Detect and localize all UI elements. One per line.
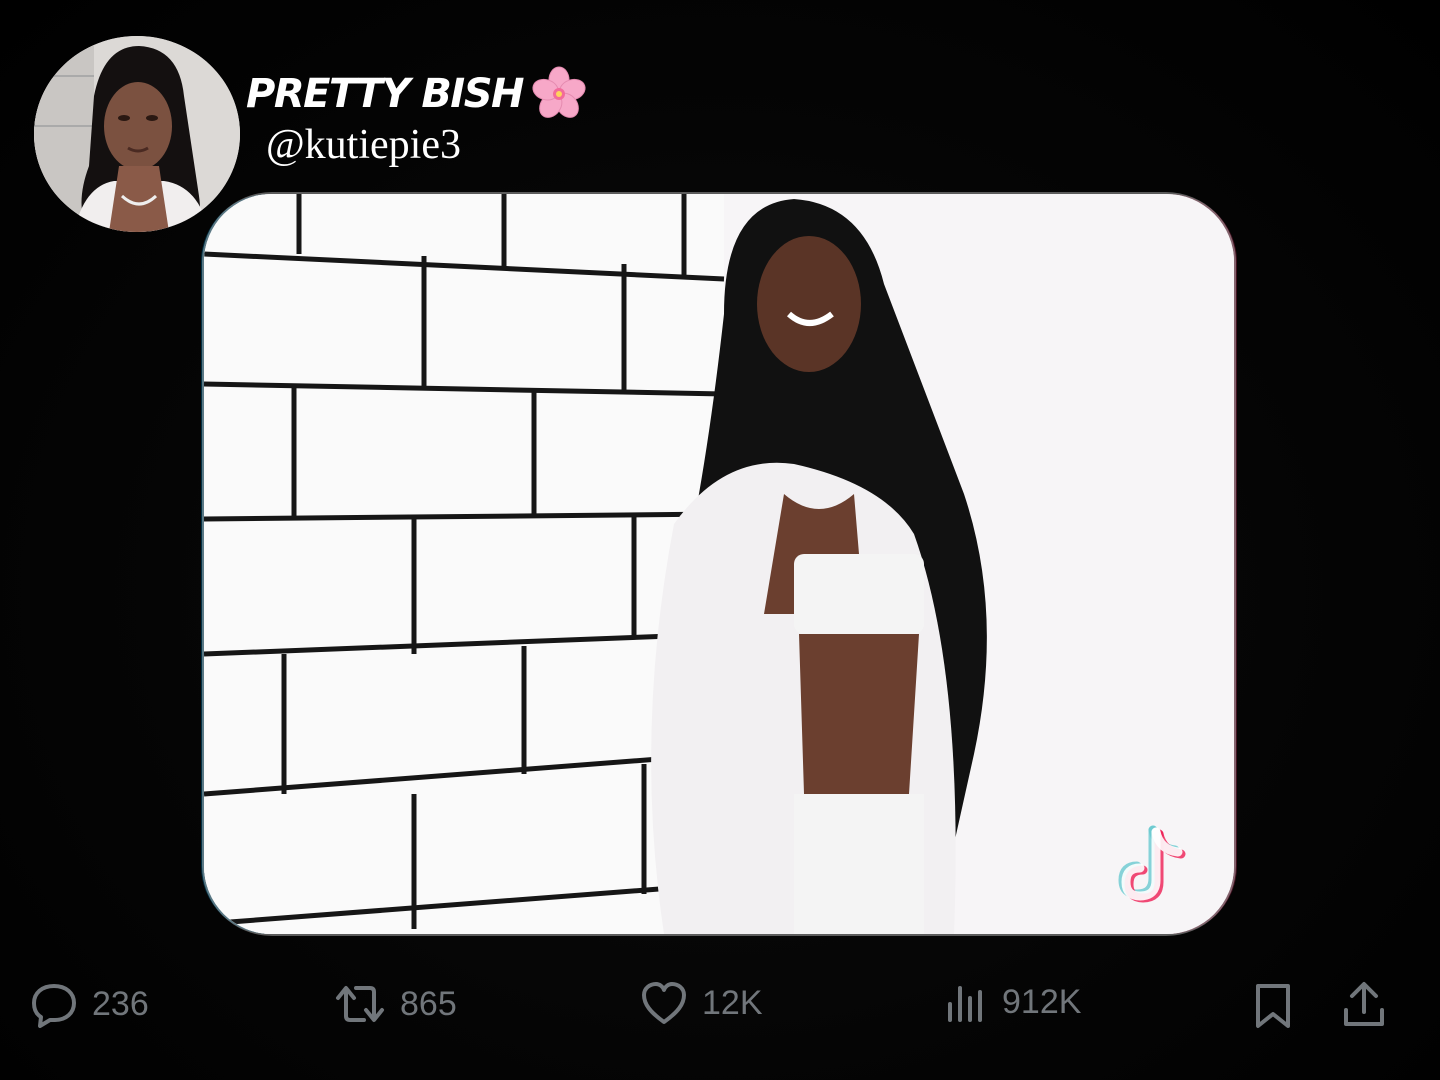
repost-count: 865 xyxy=(400,984,457,1023)
repost-icon xyxy=(336,986,384,1022)
media-image xyxy=(204,194,1234,934)
reply-count: 236 xyxy=(92,984,149,1023)
tweet-media[interactable] xyxy=(204,194,1234,934)
tweet-card: PRETTY BISH @kutiepie3 236 865 12K 912K xyxy=(0,0,1440,1080)
share-icon xyxy=(1344,982,1384,1026)
cherry-blossom-icon xyxy=(532,66,586,118)
like-count: 12K xyxy=(702,983,763,1022)
like-button[interactable]: 12K xyxy=(640,980,763,1026)
bookmark-button[interactable] xyxy=(1252,980,1294,1032)
like-icon xyxy=(642,982,686,1024)
share-button[interactable] xyxy=(1340,980,1388,1032)
display-name-text: PRETTY BISH xyxy=(246,71,524,117)
brick-wall xyxy=(204,194,725,934)
repost-button[interactable]: 865 xyxy=(334,980,457,1028)
user-handle[interactable]: @kutiepie3 xyxy=(266,122,461,168)
views-button[interactable]: 912K xyxy=(944,980,1081,1024)
reply-icon xyxy=(32,984,76,1028)
reply-button[interactable]: 236 xyxy=(30,980,149,1028)
action-bar: 236 865 12K 912K xyxy=(0,980,1440,1040)
tiktok-icon xyxy=(1118,825,1186,903)
bookmark-icon xyxy=(1256,984,1290,1028)
views-icon xyxy=(948,986,982,1022)
display-name[interactable]: PRETTY BISH xyxy=(246,66,587,122)
views-count: 912K xyxy=(1002,982,1082,1021)
